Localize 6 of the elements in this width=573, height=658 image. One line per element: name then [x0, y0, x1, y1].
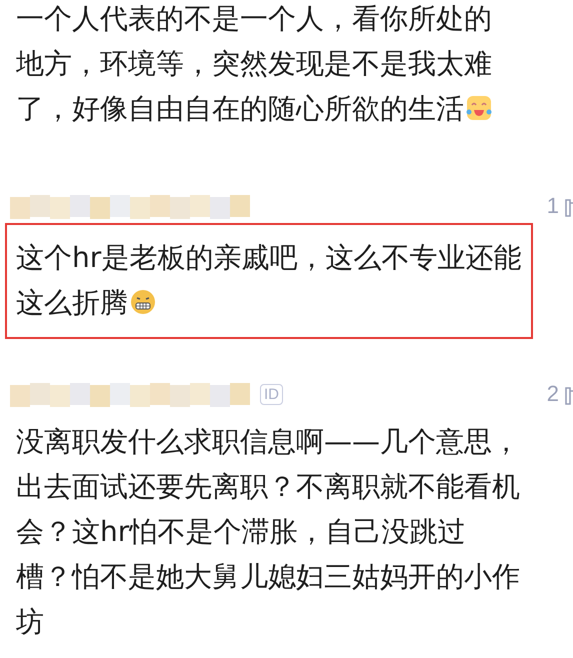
like-count: 1: [546, 193, 559, 219]
comment-text: 一个人代表的不是一个人，看你所处的地方，环境等，突然发现是不是我太难了，好像自由自在的随心所欲的生活: [16, 1, 493, 127]
id-badge: ID: [260, 384, 283, 404]
like-count: 2: [546, 381, 559, 407]
comment-text: 这个hr是老板的亲戚吧，这么不专业还能这么折腾: [16, 240, 522, 321]
comment-text: 没离职发什么求职信息啊——几个意思，出去面试还要先离职？不离职就不能看机会？这hr怕不是个滞胀，自己没跳过槽？怕不是她大舅儿媳妇三姑妈开的小作坊: [16, 424, 520, 640]
